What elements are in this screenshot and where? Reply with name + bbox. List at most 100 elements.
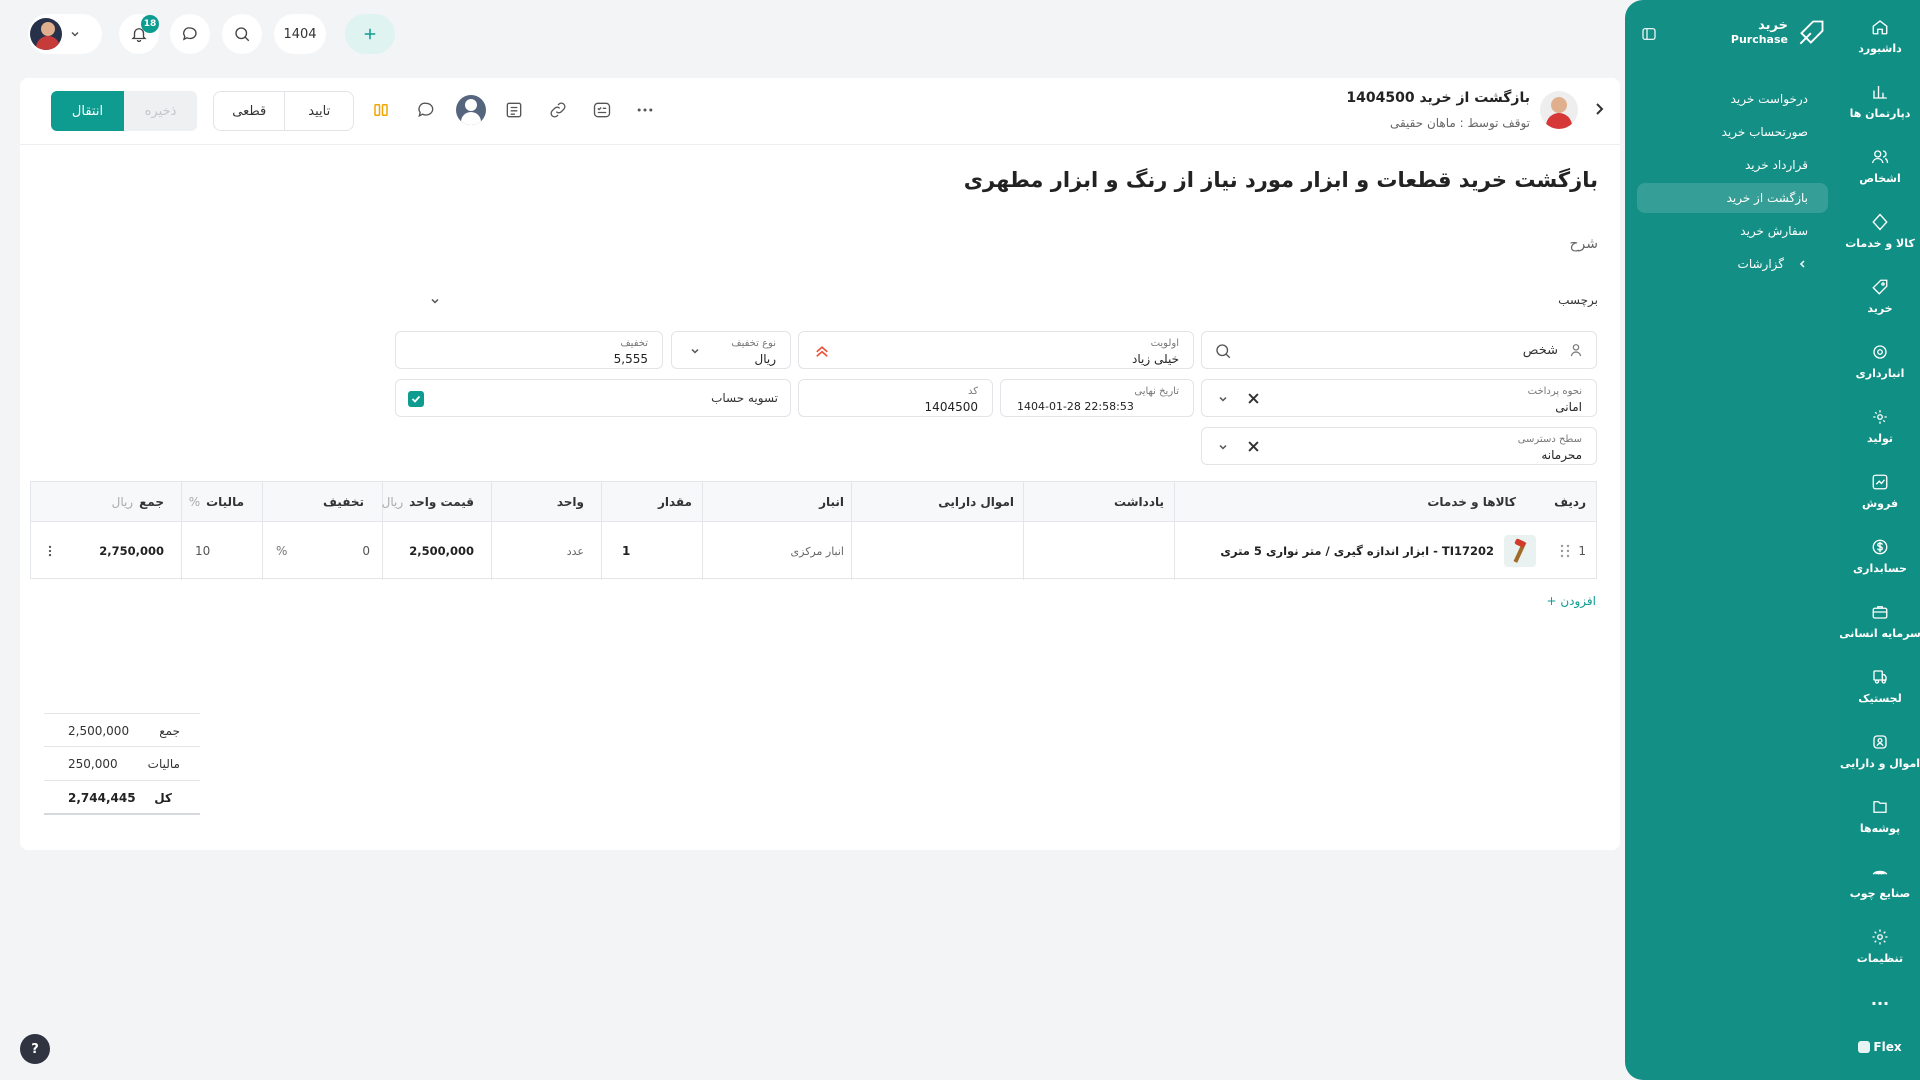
total-sum-row: جمع 2,500,000 bbox=[44, 713, 200, 747]
notifications-button[interactable]: 18 bbox=[119, 14, 159, 54]
chart-icon bbox=[1873, 86, 1887, 99]
tag-label: برچسب bbox=[1558, 293, 1598, 307]
submenu-item-purchase-order[interactable]: سفارش خرید bbox=[1637, 216, 1828, 246]
rail-item-folders[interactable]: پوشه‌ها bbox=[1840, 798, 1920, 835]
more-icon: ... bbox=[1870, 990, 1890, 1009]
add-row-button[interactable]: + افزودن bbox=[1546, 594, 1596, 608]
col-row: ردیف bbox=[1554, 495, 1586, 509]
tag-icon bbox=[1872, 279, 1888, 295]
add-button[interactable] bbox=[345, 14, 395, 54]
description-field[interactable]: شرح bbox=[1570, 236, 1599, 252]
product-thumbnail bbox=[1504, 535, 1536, 567]
col-asset: اموال دارایی bbox=[938, 495, 1014, 509]
rail-label: فروش bbox=[1861, 497, 1899, 510]
rail-item-wood[interactable]: صنایع چوب bbox=[1840, 863, 1920, 900]
tax-cell[interactable]: 10 bbox=[195, 522, 210, 580]
chevron-down-icon[interactable] bbox=[1218, 442, 1228, 452]
rail-item-hr[interactable]: سرمایه انسانی bbox=[1839, 603, 1920, 640]
transfer-button[interactable]: انتقال bbox=[51, 91, 124, 131]
document-heading[interactable]: بازگشت خرید قطعات و ابزار مورد نیاز از ر… bbox=[964, 168, 1598, 192]
rail-item-sales[interactable]: فروش bbox=[1840, 473, 1920, 510]
settlement-checkbox[interactable] bbox=[408, 391, 424, 407]
rail-item-logistics[interactable]: لجستیک bbox=[1840, 668, 1920, 705]
unit-price-cell[interactable]: 2,500,000 bbox=[409, 522, 474, 580]
submenu-item-purchase-invoice[interactable]: صورتحساب خرید bbox=[1637, 117, 1828, 147]
rail-item-settings[interactable]: تنظیمات bbox=[1840, 928, 1920, 965]
user-menu[interactable] bbox=[28, 14, 102, 54]
rail-item-production[interactable]: تولید bbox=[1840, 408, 1920, 445]
checklist-button[interactable] bbox=[592, 100, 612, 120]
access-level-field[interactable]: سطح دسترسی محرمانه bbox=[1201, 427, 1597, 465]
comments-button[interactable] bbox=[416, 100, 436, 120]
grand-total-value: 2,744,445 bbox=[68, 791, 136, 805]
col-qty: مقدار bbox=[657, 495, 692, 509]
due-date-field[interactable]: تاریخ نهایی 1404-01-28 22:58:53 bbox=[1000, 379, 1194, 417]
clear-icon[interactable] bbox=[1248, 441, 1259, 452]
tag-dropdown[interactable] bbox=[430, 296, 440, 306]
qty-cell[interactable]: 1 bbox=[622, 522, 630, 580]
row-menu-button[interactable] bbox=[43, 522, 57, 580]
save-button[interactable]: ذخیره bbox=[124, 91, 197, 131]
submenu-item-purchase-return[interactable]: بازگشت از خرید bbox=[1637, 183, 1828, 213]
module-header: خرید Purchase bbox=[1731, 18, 1826, 46]
priority-field[interactable]: اولویت خیلی زیاد bbox=[798, 331, 1194, 369]
more-horizontal-icon bbox=[637, 108, 653, 112]
discount-field[interactable]: تخفیف 5,555 bbox=[395, 331, 663, 369]
rail-item-assets[interactable]: اموال و دارایی bbox=[1840, 733, 1920, 770]
rail-item-departments[interactable]: دپارتمان ها bbox=[1840, 83, 1920, 120]
submenu-item-purchase-request[interactable]: درخواست خرید bbox=[1637, 84, 1828, 114]
rail-item-warehouse[interactable]: انبارداری bbox=[1840, 343, 1920, 380]
drag-handle-icon[interactable] bbox=[1560, 544, 1570, 558]
chat-button[interactable] bbox=[170, 14, 210, 54]
settlement-field[interactable]: تسویه حساب bbox=[395, 379, 791, 417]
back-button[interactable] bbox=[1592, 102, 1606, 116]
submenu-label: صورتحساب خرید bbox=[1721, 125, 1808, 139]
transfer-label: انتقال bbox=[71, 103, 104, 119]
submenu-item-purchase-contract[interactable]: قرارداد خرید bbox=[1637, 150, 1828, 180]
rail-item-purchase[interactable]: خرید bbox=[1840, 278, 1920, 315]
submenu-label: درخواست خرید bbox=[1730, 92, 1808, 106]
collapse-sidebar-button[interactable] bbox=[1641, 26, 1657, 42]
creator-avatar bbox=[1540, 91, 1578, 129]
rail-item-goods[interactable]: کالا و خدمات bbox=[1840, 213, 1920, 250]
unit-cell[interactable]: عدد bbox=[567, 522, 584, 580]
search-button[interactable] bbox=[222, 14, 262, 54]
columns-button[interactable] bbox=[372, 100, 390, 120]
notes-button[interactable] bbox=[504, 100, 524, 120]
rail-item-dashboard[interactable]: داشبورد bbox=[1840, 18, 1920, 55]
module-subtitle: Purchase bbox=[1730, 33, 1788, 46]
home-icon bbox=[1872, 20, 1888, 35]
payment-method-field[interactable]: نحوه پرداخت امانی bbox=[1201, 379, 1597, 417]
rail-item-persons[interactable]: اشخاص bbox=[1840, 148, 1920, 185]
link-button[interactable] bbox=[548, 100, 568, 120]
clear-icon[interactable] bbox=[1248, 393, 1259, 404]
col-goods: کالاها و خدمات bbox=[1427, 495, 1516, 509]
save-label: ذخیره bbox=[144, 103, 177, 119]
discount-cell[interactable]: % 0 bbox=[276, 522, 370, 580]
goods-name: ابزار اندازه گیری / متر نواری 5 متری - T… bbox=[1220, 544, 1494, 558]
goods-cell[interactable]: ابزار اندازه گیری / متر نواری 5 متری - T… bbox=[1220, 522, 1536, 580]
total-tax-value: 250,000 bbox=[68, 757, 118, 771]
assignee-avatar[interactable] bbox=[456, 95, 486, 125]
truck-icon bbox=[1873, 670, 1887, 684]
col-unit-price: ریال قیمت واحد bbox=[381, 495, 474, 509]
fiscal-year-selector[interactable]: 1404 bbox=[274, 14, 326, 54]
person-field[interactable]: شخص bbox=[1201, 331, 1597, 369]
asset-icon bbox=[1873, 735, 1887, 749]
help-icon: ? bbox=[31, 1041, 39, 1057]
confirm-button[interactable]: تایید bbox=[285, 92, 353, 130]
final-button[interactable]: قطعی bbox=[214, 92, 286, 130]
table-row[interactable]: 1 bbox=[1560, 522, 1586, 580]
rail-more-button[interactable]: ... bbox=[1840, 990, 1920, 1009]
more-actions-button[interactable] bbox=[635, 100, 655, 120]
warehouse-cell[interactable]: انبار مرکزی bbox=[791, 522, 844, 580]
rail-item-accounting[interactable]: حسابداری bbox=[1840, 538, 1920, 575]
priority-high-icon bbox=[816, 346, 828, 357]
help-button[interactable]: ? bbox=[20, 1034, 50, 1064]
submenu-item-reports[interactable]: گزارشات bbox=[1637, 249, 1828, 279]
rail-label: سرمایه انسانی bbox=[1839, 627, 1920, 640]
check-icon bbox=[411, 395, 421, 403]
chevron-down-icon[interactable] bbox=[1218, 394, 1228, 404]
code-field[interactable]: کد 1404500 bbox=[798, 379, 993, 417]
discount-type-field[interactable]: نوع تخفیف ریال bbox=[671, 331, 791, 369]
